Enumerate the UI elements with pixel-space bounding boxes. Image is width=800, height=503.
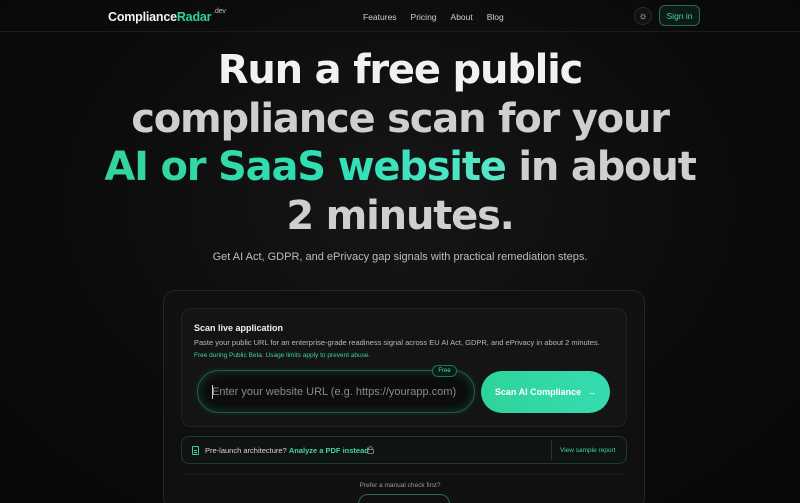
hero-subtitle: Get AI Act, GDPR, and ePrivacy gap signa…	[212, 251, 588, 263]
top-nav: ComplianceRadar .dev Features Pricing Abo…	[0, 0, 800, 32]
beta-note: Free during Public Beta. Usage limits ap…	[194, 352, 371, 359]
hero-title: Run a free public compliance scan for yo…	[100, 46, 700, 240]
hero-line-3-rest: in about	[505, 144, 696, 190]
document-icon	[192, 446, 199, 455]
scan-button-label: Scan AI Compliance	[494, 387, 582, 397]
nav-link-blog[interactable]: Blog	[487, 12, 504, 22]
nav-link-pricing[interactable]: Pricing	[411, 12, 437, 22]
sample-report-link[interactable]: View sample report	[560, 447, 616, 454]
theme-toggle-button[interactable]: ☼	[634, 7, 652, 25]
logo[interactable]: ComplianceRadar .dev	[108, 7, 226, 24]
scan-title: Scan live application	[194, 323, 284, 333]
analyze-pdf-link[interactable]: Analyze a PDF instead	[289, 446, 369, 455]
scan-description: Paste your public URL for an enterprise-…	[194, 338, 600, 347]
hero-line-2: compliance scan for your	[131, 95, 670, 142]
divider	[551, 440, 552, 460]
free-badge: Free	[432, 365, 457, 377]
url-input[interactable]	[212, 382, 462, 402]
sun-icon: ☼	[638, 10, 648, 22]
logo-main: Compliance	[108, 10, 177, 24]
sign-in-button[interactable]: Sign in	[659, 5, 700, 26]
text-caret	[212, 385, 213, 399]
logo-accent: Radar	[176, 10, 212, 24]
hero-highlight: AI or SaaS website	[104, 144, 507, 190]
hero-line-1: Run a free public	[217, 47, 584, 93]
arrow-right-icon: →	[587, 387, 597, 397]
nav-link-about[interactable]: About	[451, 12, 473, 22]
prelaunch-question: Pre-launch architecture?	[205, 446, 287, 455]
nav-link-features[interactable]: Features	[363, 12, 397, 22]
manual-check-button[interactable]	[358, 494, 450, 503]
logo-suffix: .dev	[213, 7, 226, 15]
divider	[181, 474, 627, 475]
lock-icon	[367, 446, 374, 456]
prelaunch-text: Pre-launch architecture? Analyze a PDF i…	[205, 446, 369, 455]
manual-check-text: Prefer a manual check first?	[359, 482, 441, 489]
nav-links: Features Pricing About Blog	[363, 12, 504, 22]
hero-line-3: AI or SaaS website in about	[100, 143, 700, 192]
hero-line-4: 2 minutes.	[286, 192, 515, 239]
scan-button[interactable]: Scan AI Compliance →	[481, 371, 610, 413]
